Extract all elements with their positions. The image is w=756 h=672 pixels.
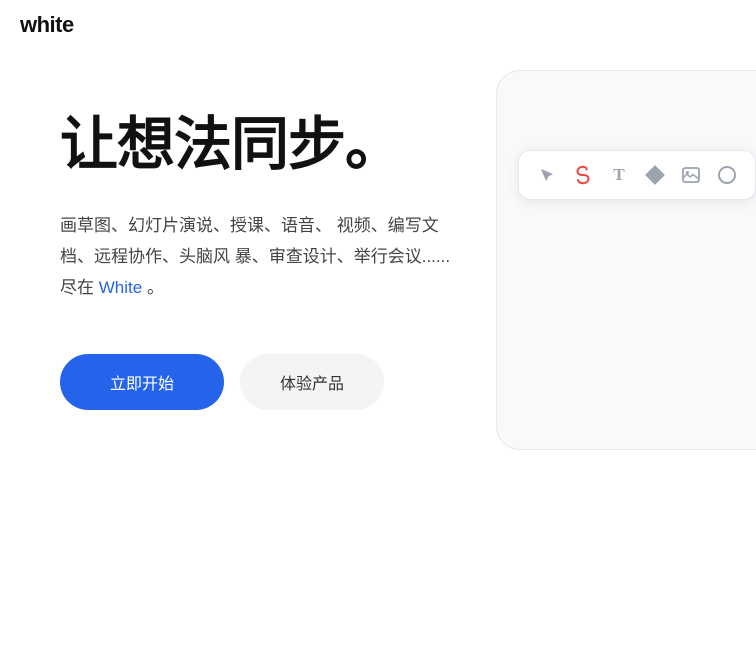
start-button[interactable]: 立即开始	[60, 354, 224, 410]
diamond-shape	[645, 165, 665, 185]
toolbar: T	[518, 150, 756, 200]
shape-icon[interactable]	[639, 159, 671, 191]
desc-suffix: 。	[147, 278, 164, 297]
ui-mockup: T	[466, 0, 756, 490]
logo: white	[20, 12, 74, 38]
image-icon[interactable]	[675, 159, 707, 191]
pen-icon[interactable]	[567, 159, 599, 191]
trial-button[interactable]: 体验产品	[240, 354, 384, 410]
circle-icon[interactable]	[711, 159, 743, 191]
text-icon[interactable]: T	[603, 159, 635, 191]
mockup-background	[496, 70, 756, 450]
desc-line1: 画草图、幻灯片演说、授课、语音、	[60, 216, 332, 235]
circle-shape	[718, 166, 736, 184]
hero-description: 画草图、幻灯片演说、授课、语音、 视频、编写文档、远程协作、头脑风 暴、审查设计…	[60, 210, 460, 304]
desc-highlight: White	[99, 278, 142, 297]
cursor-icon[interactable]	[531, 159, 563, 191]
